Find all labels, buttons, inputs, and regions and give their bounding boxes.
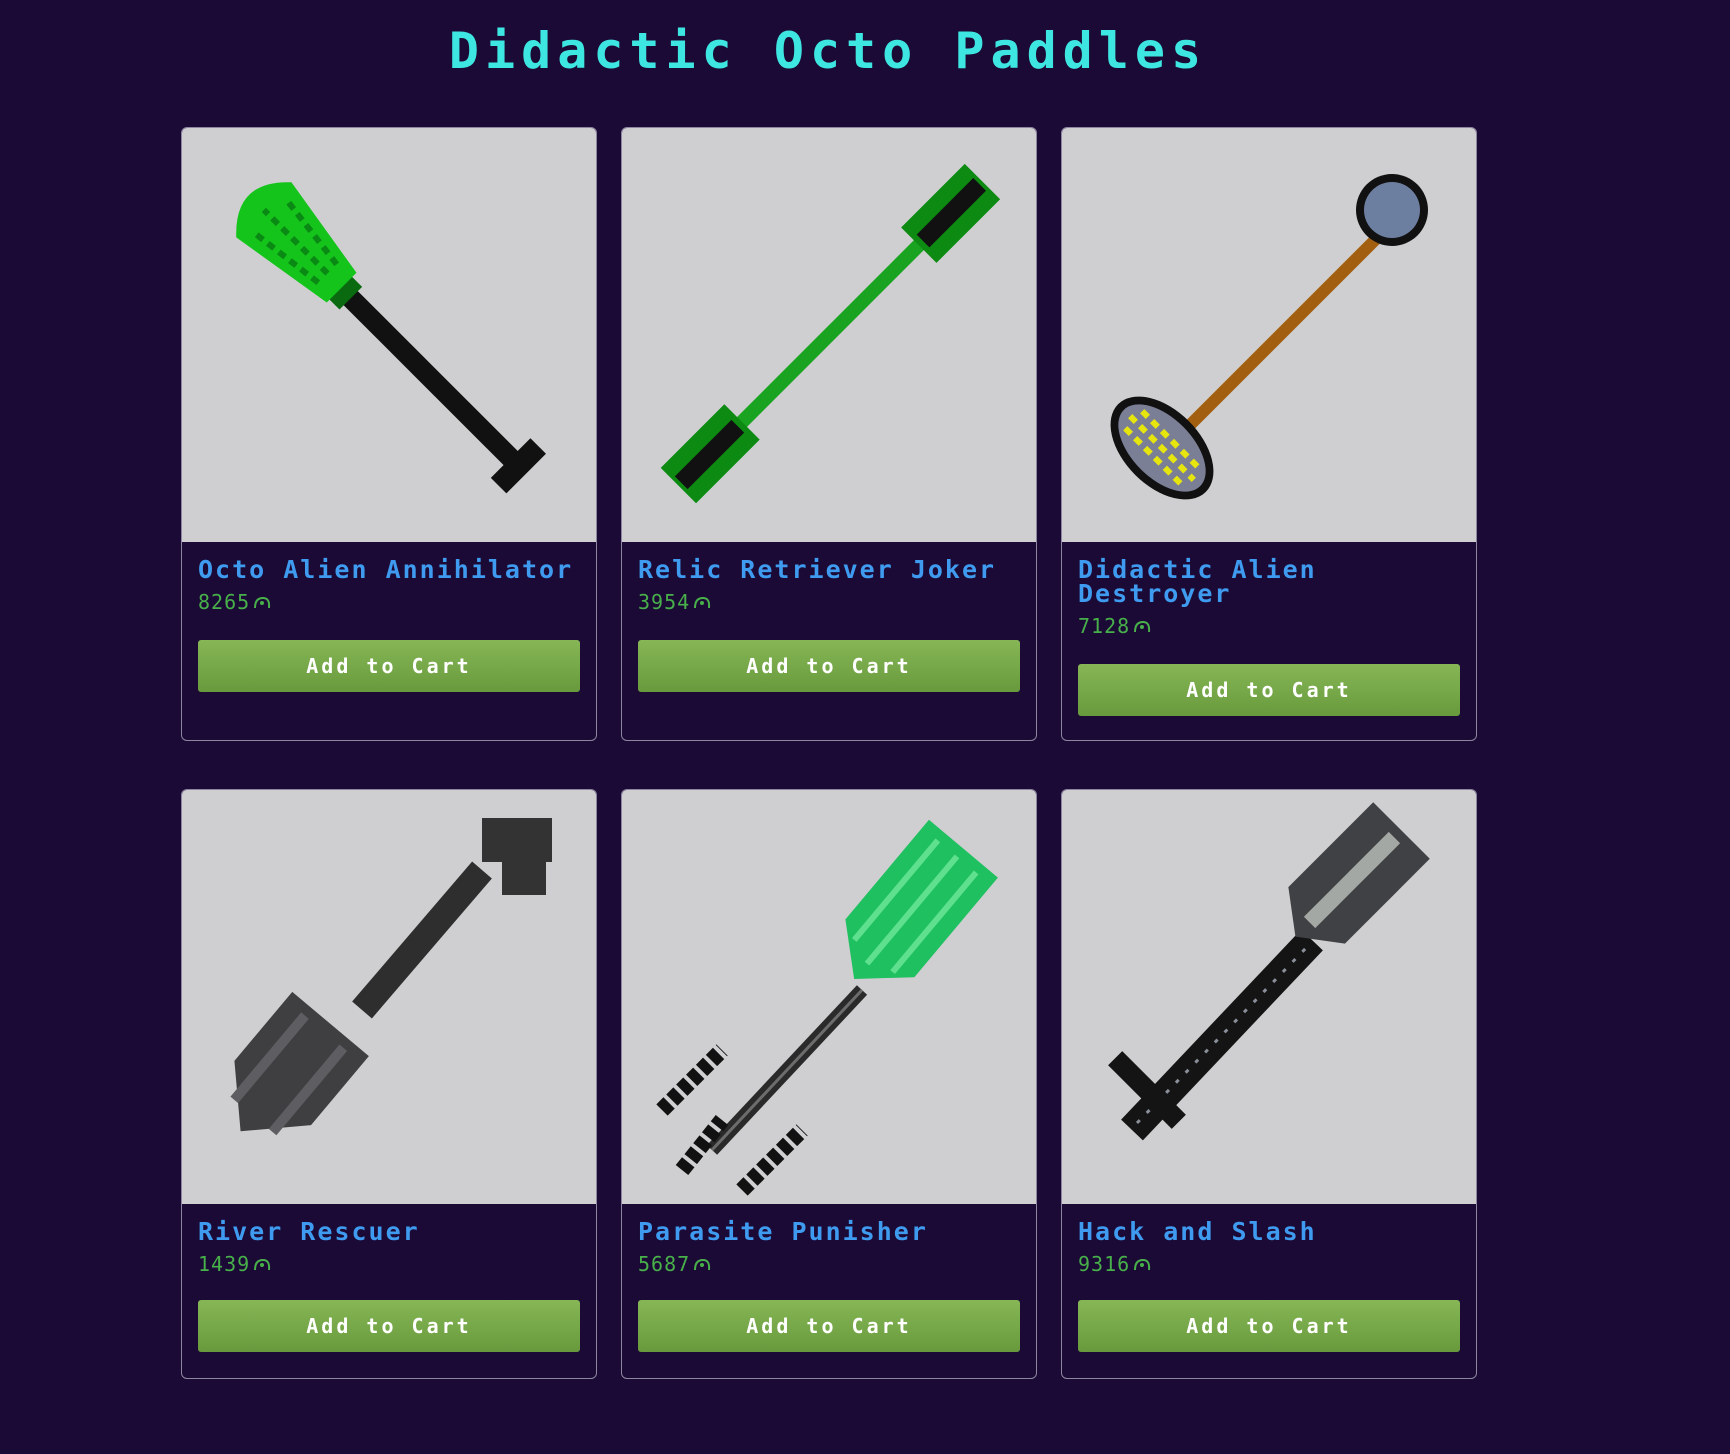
price-value: 3954 — [638, 590, 691, 614]
coin-icon — [1134, 1258, 1151, 1271]
product-image[interactable] — [1062, 790, 1476, 1204]
coin-icon — [254, 1258, 271, 1271]
double-green-paddle-icon — [660, 163, 1001, 504]
price-value: 9316 — [1078, 1252, 1131, 1276]
product-image[interactable] — [182, 790, 596, 1204]
coin-icon — [1134, 620, 1151, 633]
product-card: Parasite Punisher 5687 Add to Cart — [621, 789, 1037, 1379]
product-price: 3954 — [638, 590, 1020, 614]
product-name[interactable]: Octo Alien Annihilator — [198, 557, 580, 582]
coin-icon — [254, 596, 271, 609]
add-to-cart-button[interactable]: Add to Cart — [198, 1300, 580, 1352]
product-card: River Rescuer 1439 Add to Cart — [181, 789, 597, 1379]
price-value: 8265 — [198, 590, 251, 614]
product-price: 8265 — [198, 590, 580, 614]
add-to-cart-button[interactable]: Add to Cart — [638, 1300, 1020, 1352]
product-image[interactable] — [182, 128, 596, 542]
coin-icon — [694, 1258, 711, 1271]
product-price: 5687 — [638, 1252, 1020, 1276]
price-value: 1439 — [198, 1252, 251, 1276]
product-image[interactable] — [1062, 128, 1476, 542]
product-price: 9316 — [1078, 1252, 1460, 1276]
blue-yellow-paddle-icon — [1110, 174, 1428, 500]
product-card: Octo Alien Annihilator 8265 Add to Cart — [181, 127, 597, 741]
product-image[interactable] — [622, 790, 1036, 1204]
product-card: Hack and Slash 9316 Add to Cart — [1061, 789, 1477, 1379]
product-name[interactable]: Hack and Slash — [1078, 1219, 1460, 1244]
green-paddle-icon — [236, 182, 546, 494]
product-card: Didactic Alien Destroyer 7128 Add to Car… — [1061, 127, 1477, 741]
page: Didactic Octo Paddles Octo Alien Annihil… — [0, 0, 1730, 1454]
product-image[interactable] — [622, 128, 1036, 542]
product-price: 7128 — [1078, 614, 1460, 638]
product-card: Relic Retriever Joker 3954 Add to Cart — [621, 127, 1037, 741]
price-value: 7128 — [1078, 614, 1131, 638]
page-title: Didactic Octo Paddles — [448, 22, 1208, 80]
add-to-cart-button[interactable]: Add to Cart — [1078, 664, 1460, 716]
add-to-cart-button[interactable]: Add to Cart — [638, 640, 1020, 692]
add-to-cart-button[interactable]: Add to Cart — [198, 640, 580, 692]
dark-blade-paddle-icon — [1108, 802, 1430, 1141]
price-value: 5687 — [638, 1252, 691, 1276]
gray-paddle-icon — [230, 818, 552, 1136]
product-name[interactable]: Didactic Alien Destroyer — [1078, 557, 1460, 606]
emerald-paddle-icon — [656, 819, 998, 1196]
product-name[interactable]: River Rescuer — [198, 1219, 580, 1244]
add-to-cart-button[interactable]: Add to Cart — [1078, 1300, 1460, 1352]
product-grid: Octo Alien Annihilator 8265 Add to Cart — [181, 127, 1477, 1379]
product-name[interactable]: Relic Retriever Joker — [638, 557, 1020, 582]
product-name[interactable]: Parasite Punisher — [638, 1219, 1020, 1244]
product-price: 1439 — [198, 1252, 580, 1276]
coin-icon — [694, 596, 711, 609]
